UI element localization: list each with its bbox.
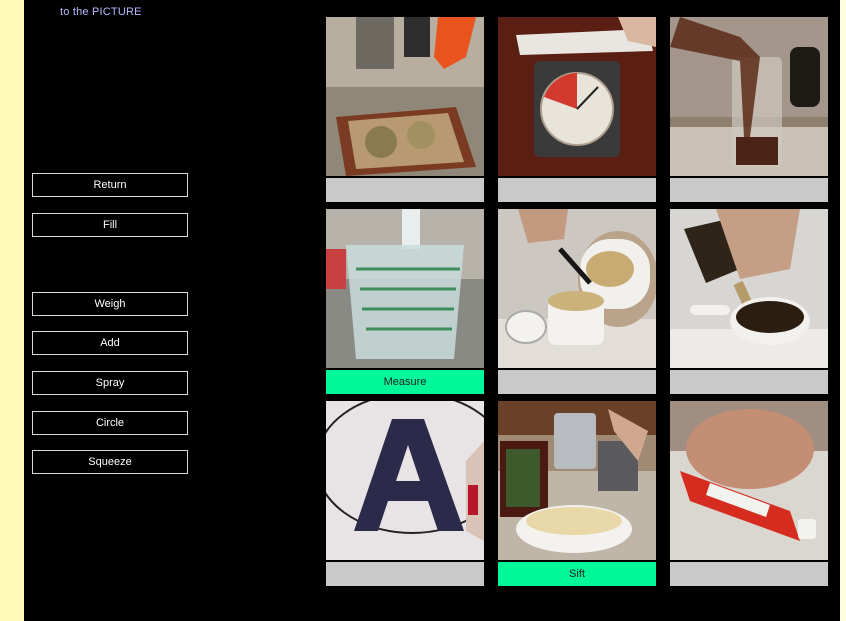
brush-and-jar-photo[interactable] [498, 209, 656, 368]
picture-card-spray[interactable] [326, 17, 484, 202]
picture-card-shake[interactable] [670, 209, 828, 394]
picture-card-sift[interactable]: Sift [498, 401, 656, 586]
spray-button[interactable]: Spray [32, 371, 188, 395]
add-button[interactable]: Add [32, 331, 188, 355]
picture-card-pour[interactable] [670, 17, 828, 202]
card-caption [670, 370, 828, 394]
fill-button[interactable]: Fill [32, 213, 188, 237]
card-caption [498, 178, 656, 202]
return-button[interactable]: Return [32, 173, 188, 197]
picture-card-weigh[interactable] [498, 17, 656, 202]
squeeze-button[interactable]: Squeeze [32, 450, 188, 474]
pouring-liquid-photo[interactable] [670, 17, 828, 176]
card-caption: Measure [326, 370, 484, 394]
measuring-cup-photo[interactable] [326, 209, 484, 368]
picture-card-circle[interactable] [326, 401, 484, 586]
letter-a-circle-photo[interactable] [326, 401, 484, 560]
card-caption [670, 178, 828, 202]
card-caption [670, 562, 828, 586]
picture-card-measure[interactable]: Measure [326, 209, 484, 394]
card-caption [498, 370, 656, 394]
shaker-bowl-photo[interactable] [670, 209, 828, 368]
circle-button[interactable]: Circle [32, 411, 188, 435]
card-caption [326, 562, 484, 586]
picture-card-brush[interactable] [498, 209, 656, 394]
activity-screen: to the PICTURE Return Fill Weigh Add Spr… [24, 0, 840, 621]
spray-bottle-photo[interactable] [326, 17, 484, 176]
instruction-text: to the PICTURE [60, 6, 142, 18]
card-caption [326, 178, 484, 202]
weigh-button[interactable]: Weigh [32, 292, 188, 316]
picture-card-squeeze[interactable] [670, 401, 828, 586]
kitchen-scale-photo[interactable] [498, 17, 656, 176]
flour-sifter-photo[interactable] [498, 401, 656, 560]
card-caption: Sift [498, 562, 656, 586]
squeeze-tube-photo[interactable] [670, 401, 828, 560]
